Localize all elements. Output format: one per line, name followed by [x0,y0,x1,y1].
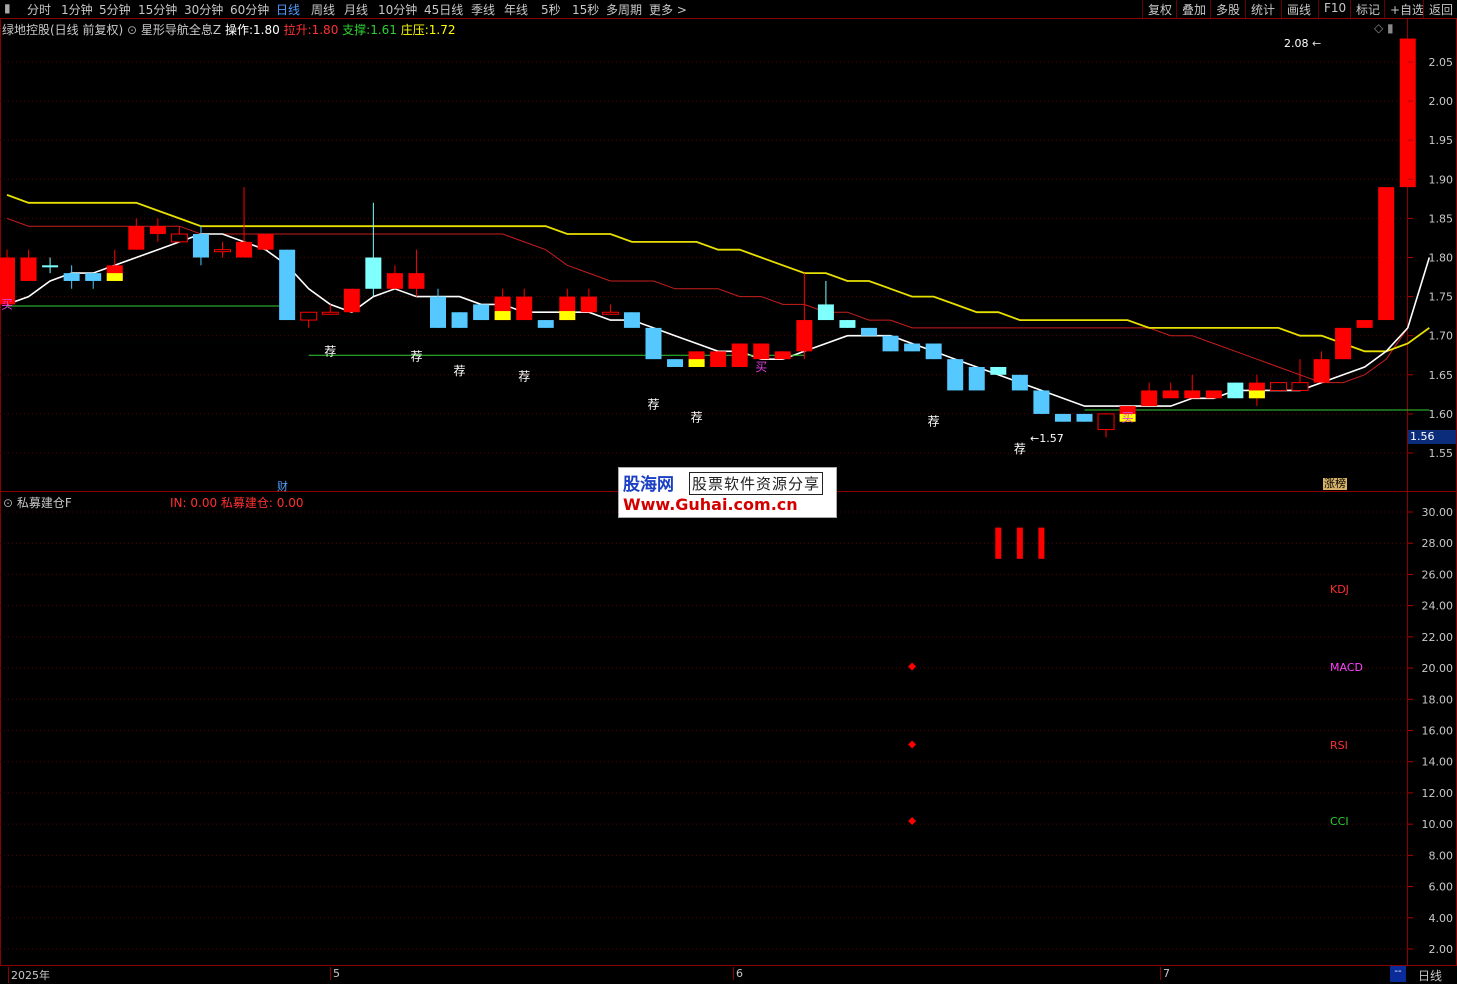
lift-value: 1.80 [311,23,339,37]
indicator-legend-cci: CCI [1330,815,1349,828]
period-tab-8[interactable]: 月线 [344,1,368,18]
indicator-panel-name[interactable]: 私募建仓F [17,496,72,510]
toolbar-button-5[interactable]: F10 [1318,0,1351,19]
support-label: 支撑: [342,23,371,37]
support-value: 1.61 [370,23,397,37]
panel-corner-icons[interactable]: ◇ ▮ [1374,21,1394,35]
period-tab-15[interactable]: 多周期 [606,1,642,18]
main-chart-header: 绿地控股(日线 前复权) ⊙ 星形导航全息Z 操作:1.80 拉升:1.80 支… [2,21,456,38]
time-axis: 2025年 5 6 7 -- 日线 [0,965,1457,983]
period-tab-13[interactable]: 5秒 [541,1,561,18]
watermark-brand: 股海网 [623,475,674,495]
high-price-label: 2.08 ← [1284,37,1322,50]
indicator-panel[interactable] [0,491,1408,966]
time-label: 7 [1160,967,1170,980]
time-axis-corner[interactable]: -- [1390,966,1406,982]
indicator-settings-icon[interactable]: ⊙ [3,496,13,510]
period-tab-1[interactable]: 1分钟 [61,1,93,18]
toolbar-button-6[interactable]: 标记 [1350,0,1385,19]
period-tab-9[interactable]: 10分钟 [378,1,417,18]
guhai-watermark: 股海网 股票软件资源分享 Www.Guhai.com.cn [618,467,837,518]
period-tab-11[interactable]: 季线 [471,1,495,18]
time-label: 5 [330,967,340,980]
indicator-axis-panel [1407,491,1457,966]
period-tab-4[interactable]: 30分钟 [184,1,223,18]
indicator-settings-icon[interactable]: ⊙ [127,23,137,37]
op-value: 1.80 [253,23,280,37]
period-tab-0[interactable]: 分时 [27,1,51,18]
menu-icon[interactable]: ▮ [4,1,11,15]
time-label: 2025年 [8,967,50,983]
period-tab-12[interactable]: 年线 [504,1,528,18]
indicator-name[interactable]: 星形导航全息Z [141,23,221,37]
press-label: 庄压: [400,23,429,37]
in-value: IN: 0.00 [170,496,218,510]
indicator-legend-kdj: KDJ [1330,583,1349,596]
period-tab-2[interactable]: 5分钟 [99,1,131,18]
toolbar-button-2[interactable]: 多股 [1210,0,1245,19]
toolbar-button-3[interactable]: 统计 [1245,0,1280,19]
indicator-legend-macd: MACD [1330,661,1363,674]
period-tab-14[interactable]: 15秒 [572,1,599,18]
period-tab-10[interactable]: 45日线 [424,1,463,18]
price-axis-panel [1407,18,1457,492]
op-label: 操作: [224,23,254,37]
low-price-label: ←1.57 [1030,432,1064,445]
current-price-tag: 1.56 [1408,430,1456,444]
main-chart-panel[interactable] [0,18,1408,492]
period-tab-5[interactable]: 60分钟 [230,1,269,18]
press-value: 1.72 [428,23,456,37]
period-tab-7[interactable]: 周线 [311,1,335,18]
toolbar-button-0[interactable]: 复权 [1142,0,1177,19]
limit-up-badge[interactable]: 涨榜 [1323,478,1347,490]
indicator-legend-rsi: RSI [1330,739,1348,752]
toolbar-button-1[interactable]: 叠加 [1176,0,1211,19]
period-toolbar: ▮ 分时 1分钟 5分钟 15分钟 30分钟 60分钟 日线 周线 月线 10分钟 45日线 季线 年线 5… [0,0,1457,19]
toolbar-button-8[interactable]: 返回 [1423,0,1457,19]
time-axis-period[interactable]: 日线 [1418,967,1442,984]
period-tab-3[interactable]: 15分钟 [138,1,177,18]
finance-marker[interactable]: 财 [277,478,288,494]
build-value: 私募建仓: 0.00 [220,496,304,510]
stock-name[interactable]: 绿地控股(日线 前复权) [2,23,123,37]
indicator-values: IN: 0.00 私募建仓: 0.00 [170,494,304,511]
period-tab-6[interactable]: 日线 [276,1,300,18]
watermark-url: Www.Guhai.com.cn [623,495,798,514]
time-label: 6 [733,967,743,980]
indicator-header: ⊙ 私募建仓F [3,494,72,511]
toolbar-button-4[interactable]: 画线 [1281,0,1316,19]
watermark-slogan: 股票软件资源分享 [689,472,824,495]
period-tab-16[interactable]: 更多 > [649,1,687,18]
lift-label: 拉升: [283,23,312,37]
